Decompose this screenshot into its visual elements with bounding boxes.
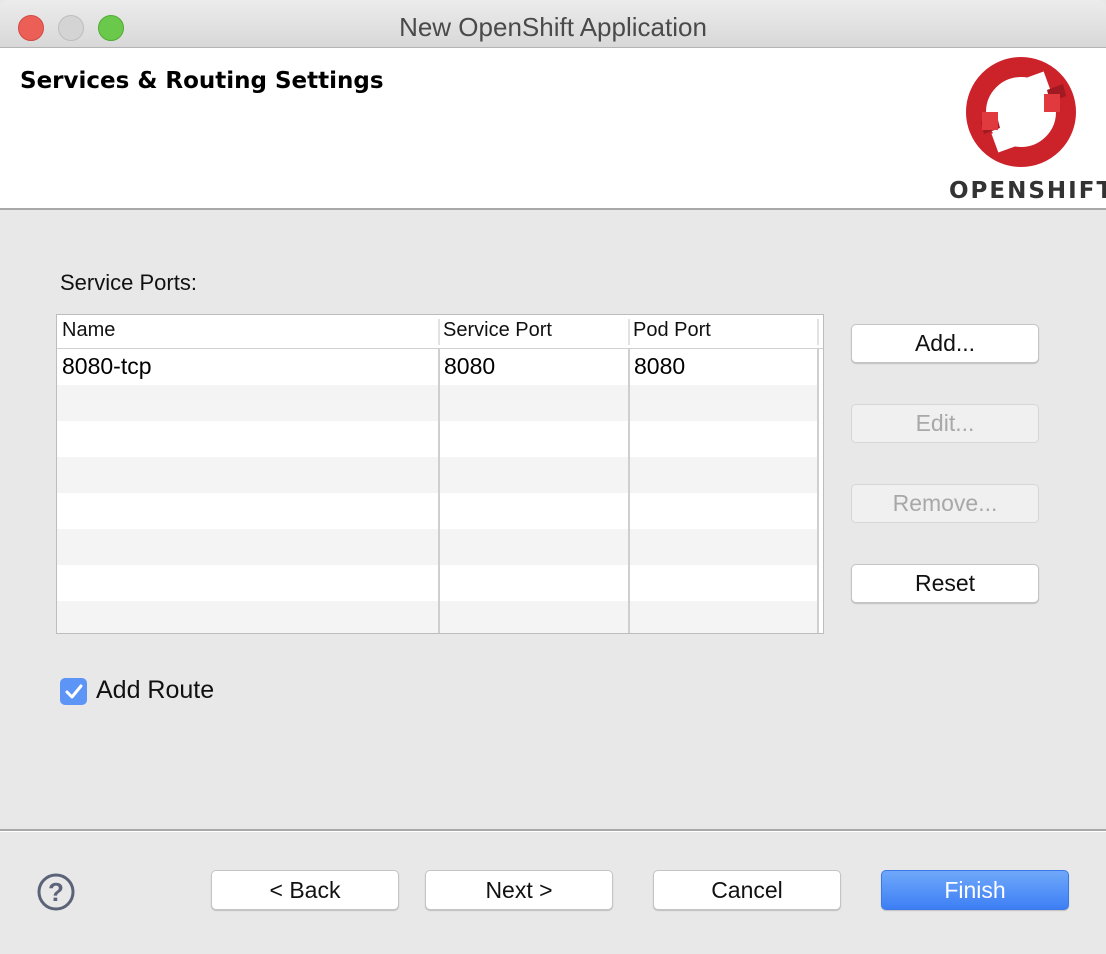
next-button[interactable]: Next >: [425, 870, 613, 910]
page-title: Services & Routing Settings: [20, 68, 384, 94]
cancel-button[interactable]: Cancel: [653, 870, 841, 910]
checkmark-icon: [65, 684, 83, 699]
title-bar: New OpenShift Application: [0, 0, 1106, 48]
svg-text:?: ?: [48, 877, 64, 907]
add-route-label[interactable]: Add Route: [96, 676, 214, 705]
wizard-banner: Services & Routing Settings OPENSHIFT: [0, 48, 1106, 210]
openshift-logo: OPENSHIFT: [949, 56, 1106, 206]
footer-divider: [0, 829, 1106, 832]
finish-button[interactable]: Finish: [881, 870, 1069, 910]
column-header-pod-port[interactable]: Pod Port: [628, 319, 711, 345]
column-header-filler: [817, 319, 822, 345]
dialog-window: New OpenShift Application Services & Rou…: [0, 0, 1106, 954]
help-icon: ?: [37, 873, 75, 911]
column-header-service-port[interactable]: Service Port: [438, 319, 552, 345]
cell-pod-port: 8080: [634, 353, 686, 379]
window-title: New OpenShift Application: [399, 12, 707, 42]
service-ports-label: Service Ports:: [60, 270, 197, 295]
table-header: Name Service Port Pod Port: [57, 315, 823, 349]
edit-port-button[interactable]: Edit...: [851, 404, 1039, 443]
service-ports-table[interactable]: Name Service Port Pod Port 8080-tcp 8080…: [56, 314, 824, 634]
back-button[interactable]: < Back: [211, 870, 399, 910]
add-port-button[interactable]: Add...: [851, 324, 1039, 363]
cell-name: 8080-tcp: [62, 353, 152, 379]
cell-service-port: 8080: [444, 353, 496, 379]
openshift-logo-text: OPENSHIFT: [949, 178, 1106, 204]
column-header-name[interactable]: Name: [62, 319, 115, 342]
column-divider: [438, 349, 440, 633]
column-divider: [817, 349, 819, 633]
add-route-checkbox[interactable]: [60, 678, 87, 705]
column-divider: [628, 349, 630, 633]
openshift-logo-icon: [966, 57, 1076, 167]
help-button[interactable]: ?: [36, 872, 75, 911]
reset-button[interactable]: Reset: [851, 564, 1039, 603]
remove-port-button[interactable]: Remove...: [851, 484, 1039, 523]
